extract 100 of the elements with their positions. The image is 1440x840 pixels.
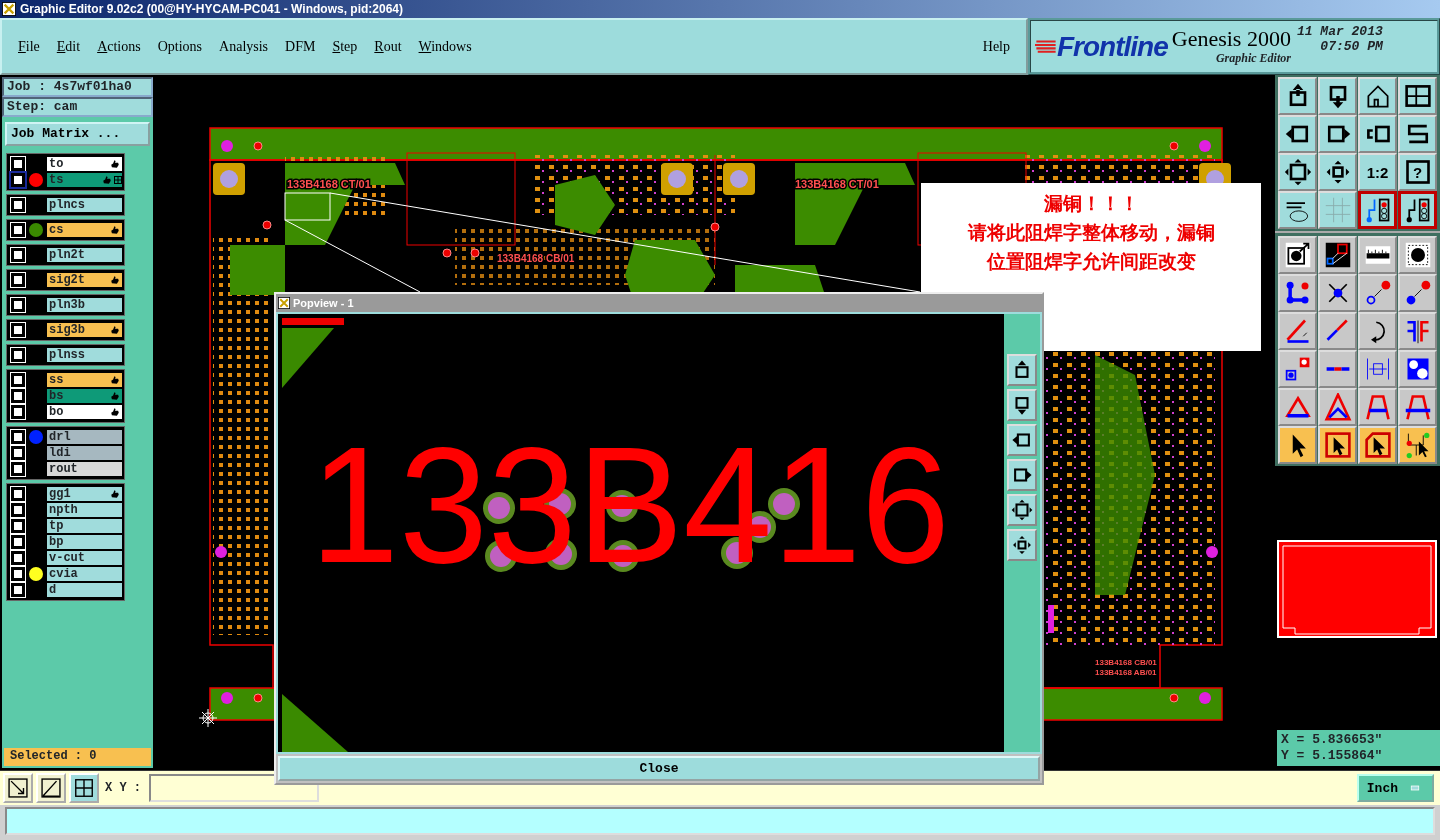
app-icon	[2, 2, 16, 16]
via	[1169, 693, 1179, 703]
layer-name: bo	[49, 404, 64, 419]
grid-icon	[73, 777, 95, 799]
layer-name: pln2t	[49, 247, 85, 262]
menu-item[interactable]: Analysis	[219, 38, 269, 55]
via	[1169, 141, 1179, 151]
layer-name: v-cut	[49, 550, 85, 565]
board-label: 133B4168 CB/01	[497, 253, 575, 264]
layer-row[interactable]: d	[47, 582, 122, 597]
layer-name: ss	[49, 372, 64, 387]
angle-button[interactable]	[36, 773, 66, 803]
layer-row[interactable]: bp	[47, 534, 122, 549]
layer-row[interactable]: pln2t	[47, 247, 122, 262]
layer-row[interactable]: plncs	[47, 197, 122, 212]
zoom-fit-button[interactable]	[3, 773, 33, 803]
command-field[interactable]	[5, 807, 1435, 835]
window-title: Graphic Editor 9.02c2 (00@HY-HYCAM-PC041 - Windows, pid:2064)	[20, 2, 403, 16]
pad	[723, 163, 755, 195]
layer-name: npth	[49, 502, 78, 517]
job-matrix-button[interactable]: Job Matrix ...	[5, 121, 150, 146]
layer-name: sig3b	[49, 322, 85, 337]
layer-name: rout	[49, 461, 78, 476]
note-title: 漏铜！！！	[1042, 191, 1140, 216]
fiducial	[221, 692, 233, 704]
step-field: Step: cam	[2, 97, 153, 117]
arch-icon[interactable]	[1363, 393, 1392, 421]
crosshair-icon	[198, 708, 218, 728]
layer-row[interactable]: cvia	[47, 566, 122, 581]
arch-cut-icon[interactable]	[1403, 393, 1432, 421]
angle-icon	[40, 777, 62, 799]
product-subtitle: Graphic Editor	[1215, 51, 1291, 66]
layer-row[interactable]: bo	[47, 404, 122, 419]
unit-dropdown[interactable]: Inch	[1356, 774, 1434, 802]
coordinate-y: Y = 5.155864"	[1281, 748, 1384, 764]
grid-icon	[114, 175, 122, 184]
coordinate-x: X = 5.836653"	[1281, 732, 1384, 748]
pointer-box-icon[interactable]	[1323, 431, 1352, 459]
double-triangle-icon[interactable]	[1323, 393, 1352, 421]
layer-row[interactable]: plnss	[47, 347, 122, 362]
xy-label: X Y :	[105, 781, 141, 795]
toolbar-button[interactable]: ?	[1398, 153, 1437, 191]
close-button[interactable]: Close	[278, 755, 1040, 781]
menu-item[interactable]: Actions	[97, 38, 141, 55]
fit-screen-icon[interactable]	[1011, 498, 1033, 521]
layer-row[interactable]: bs	[47, 388, 122, 403]
menu-item[interactable]: Edit	[56, 38, 81, 55]
layer-name: pln3b	[49, 297, 85, 312]
resize-pad-icon[interactable]	[1283, 355, 1312, 383]
fiducial	[221, 140, 233, 152]
layer-row[interactable]: ss	[47, 372, 122, 387]
pad-icon[interactable]	[1403, 241, 1432, 269]
layer-name: ts	[49, 172, 64, 187]
layer-row[interactable]: tp	[47, 518, 122, 533]
layer-row[interactable]: npth	[47, 502, 122, 517]
grid-snap-button[interactable]	[69, 773, 99, 803]
layer-row[interactable]: sig3b	[47, 322, 122, 337]
menu-item[interactable]: File	[18, 38, 40, 55]
layer-row[interactable]: drl	[47, 429, 122, 444]
pointer-octagon-icon[interactable]	[1363, 431, 1392, 459]
app-icon	[278, 296, 290, 309]
product-name: Genesis 2000	[1171, 27, 1291, 51]
layer-name: bp	[49, 534, 64, 549]
layer-row[interactable]: gg1	[47, 486, 122, 501]
via	[442, 248, 452, 258]
layer-row[interactable]: ldi	[47, 445, 122, 460]
fit-screen-icon[interactable]	[1283, 158, 1312, 186]
note-line: 请将此阻焊字整体移动，漏铜	[966, 220, 1216, 245]
layer-row[interactable]: v-cut	[47, 550, 122, 565]
layer-row[interactable]: cs	[47, 222, 122, 237]
minimap[interactable]	[1277, 540, 1437, 638]
layer-row[interactable]: ts	[47, 172, 122, 187]
note-line: 位置阻焊字允许间距改变	[985, 249, 1197, 274]
zoom-window-icon[interactable]	[1323, 241, 1352, 269]
board-label: 133B4168 CT/01	[287, 178, 371, 190]
layer-name: plnss	[49, 347, 85, 362]
board-label: 133B4168 CT/01	[795, 178, 879, 190]
toolbar-button[interactable]: 1:2	[1358, 153, 1397, 191]
layer-name: cs	[49, 222, 64, 237]
selected-count: Selected : 0	[2, 746, 153, 768]
menu-item[interactable]: Rout	[374, 38, 402, 55]
layer-row[interactable]: sig2t	[47, 272, 122, 287]
menu-item[interactable]: Windows	[418, 38, 472, 55]
menu-item[interactable]: Options	[157, 38, 203, 55]
layer-row[interactable]: rout	[47, 461, 122, 476]
layer-name: tp	[49, 518, 64, 533]
menu-item[interactable]: DFM	[285, 38, 316, 55]
fiducial	[215, 546, 227, 558]
layer-name: sig2t	[49, 272, 85, 287]
window-grid-icon[interactable]	[1403, 82, 1432, 110]
layer-row[interactable]: pln3b	[47, 297, 122, 312]
menu-item[interactable]: Help	[982, 38, 1010, 55]
layer-row[interactable]: to	[47, 156, 122, 171]
pad	[661, 163, 693, 195]
popup-title: Popview - 1	[293, 296, 354, 309]
via	[253, 693, 263, 703]
job-field: Job : 4s7wf01ha0	[2, 77, 153, 97]
menu-item[interactable]: Step	[332, 38, 358, 55]
layer-name: to	[49, 156, 64, 171]
fiducial	[1199, 140, 1211, 152]
